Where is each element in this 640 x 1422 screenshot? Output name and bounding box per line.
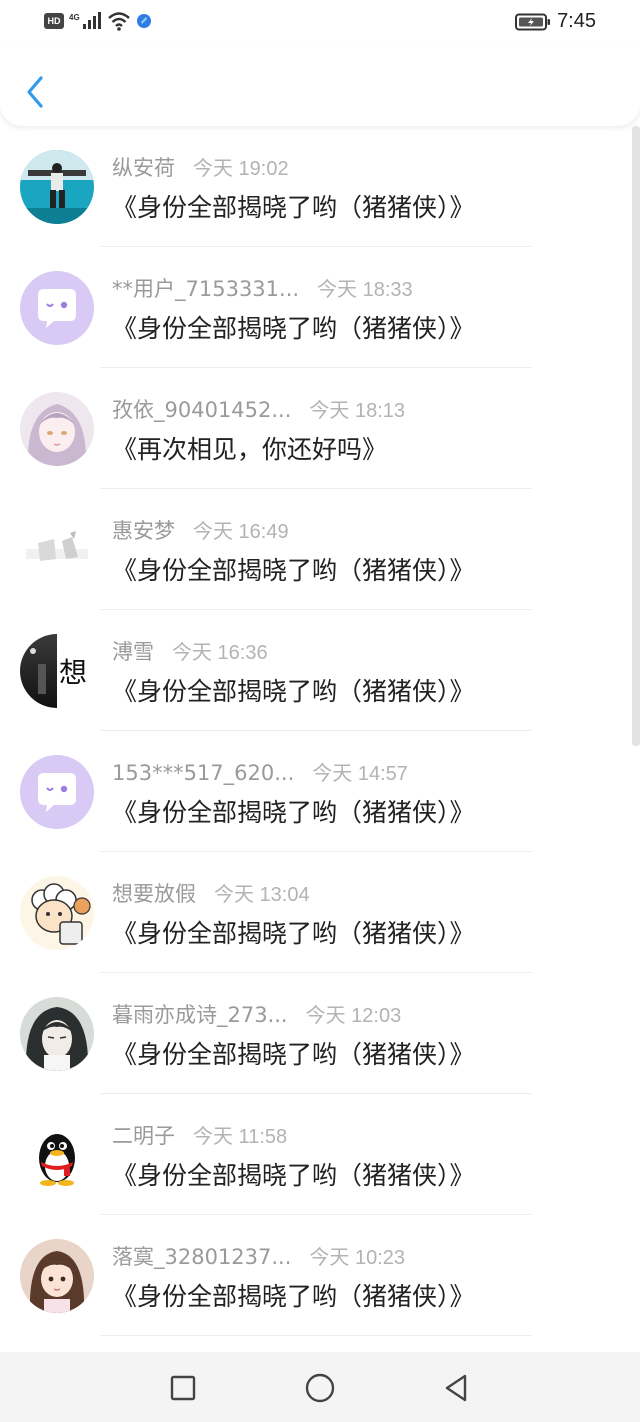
sender-name: 孜依_90401452... bbox=[112, 398, 292, 422]
message-time: 今天 19:02 bbox=[193, 158, 289, 180]
home-button[interactable] bbox=[300, 1368, 340, 1408]
message-row[interactable]: 想要放假 今天 13:04 《身份全部揭晓了哟（猪猪侠）》 bbox=[0, 852, 632, 973]
triangle-back-icon bbox=[445, 1374, 467, 1402]
chevron-left-icon bbox=[27, 76, 43, 108]
status-right: 7:45 bbox=[515, 10, 596, 33]
message-meta: 溥雪 今天 16:36 bbox=[112, 636, 268, 666]
avatar[interactable] bbox=[20, 1118, 94, 1192]
message-meta: 纵安荷 今天 19:02 bbox=[112, 152, 289, 182]
message-row[interactable]: 153***517_620... 今天 14:57 《身份全部揭晓了哟（猪猪侠）… bbox=[0, 731, 632, 852]
avatar[interactable]: 想 bbox=[20, 634, 94, 708]
message-text: 《身份全部揭晓了哟（猪猪侠）》 bbox=[112, 919, 475, 948]
sender-name: 153***517_620... bbox=[112, 761, 295, 785]
app-notification-icon bbox=[136, 14, 151, 28]
network-type: 4G bbox=[69, 12, 80, 22]
battery-charging-icon bbox=[515, 13, 551, 30]
message-row[interactable]: 想 溥雪 今天 16:36 《身份全部揭晓了哟（猪猪侠）》 bbox=[0, 610, 632, 731]
message-text: 《身份全部揭晓了哟（猪猪侠）》 bbox=[112, 798, 475, 827]
status-bar: HD 4G 7:45 bbox=[0, 0, 640, 44]
system-nav-bar bbox=[0, 1352, 640, 1422]
avatar[interactable] bbox=[20, 997, 94, 1071]
message-row[interactable]: 惠安梦 今天 16:49 《身份全部揭晓了哟（猪猪侠）》 bbox=[0, 489, 632, 610]
top-bar bbox=[0, 44, 640, 126]
message-text: 《身份全部揭晓了哟（猪猪侠）》 bbox=[112, 314, 475, 343]
avatar[interactable] bbox=[20, 150, 94, 224]
circle-icon bbox=[305, 1373, 335, 1403]
default-chat-avatar-icon bbox=[20, 755, 94, 829]
message-text: 《身份全部揭晓了哟（猪猪侠）》 bbox=[112, 556, 475, 585]
message-time: 今天 11:58 bbox=[193, 1126, 288, 1148]
message-meta: 惠安梦 今天 16:49 bbox=[112, 515, 289, 545]
message-meta: 落寞_32801237... 今天 10:23 bbox=[112, 1241, 405, 1271]
sender-name: 暮雨亦成诗_273... bbox=[112, 1003, 288, 1027]
system-back-button[interactable] bbox=[436, 1368, 476, 1408]
sender-name: 想要放假 bbox=[112, 882, 196, 906]
avatar[interactable] bbox=[20, 755, 94, 829]
abstract-avatar-icon bbox=[20, 513, 94, 587]
message-meta: 153***517_620... 今天 14:57 bbox=[112, 757, 408, 786]
scrollbar-thumb[interactable] bbox=[632, 126, 640, 746]
signal-icon bbox=[82, 12, 101, 29]
message-row[interactable]: 孜依_90401452... 今天 18:13 《再次相见，你还好吗》 bbox=[0, 368, 632, 489]
sender-name: 溥雪 bbox=[112, 640, 154, 664]
status-left: HD 4G bbox=[44, 11, 152, 31]
message-meta: 孜依_90401452... 今天 18:13 bbox=[112, 394, 405, 424]
square-icon bbox=[170, 1375, 196, 1401]
penguin-avatar-icon bbox=[20, 1118, 94, 1192]
message-time: 今天 18:13 bbox=[309, 400, 406, 422]
cartoon-sheep-avatar-icon bbox=[20, 876, 94, 950]
anime-character-avatar-icon bbox=[20, 997, 94, 1071]
child-photo-avatar-icon bbox=[20, 1239, 94, 1313]
avatar[interactable] bbox=[20, 1239, 94, 1313]
message-time: 今天 10:23 bbox=[309, 1247, 406, 1269]
sender-name: 二明子 bbox=[112, 1124, 175, 1148]
avatar[interactable] bbox=[20, 513, 94, 587]
message-row[interactable]: **用户_7153331... 今天 18:33 《身份全部揭晓了哟（猪猪侠）》 bbox=[0, 247, 632, 368]
row-divider bbox=[100, 1335, 532, 1336]
sender-name: **用户_7153331... bbox=[112, 277, 300, 301]
default-chat-avatar-icon bbox=[20, 271, 94, 345]
message-text: 《再次相见，你还好吗》 bbox=[112, 435, 388, 464]
message-row[interactable]: 落寞_32801237... 今天 10:23 《身份全部揭晓了哟（猪猪侠）》 bbox=[0, 1215, 632, 1336]
sender-name: 惠安梦 bbox=[112, 519, 175, 543]
message-time: 今天 14:57 bbox=[312, 763, 408, 785]
message-list: 纵安荷 今天 19:02 《身份全部揭晓了哟（猪猪侠）》 **用户_715333… bbox=[0, 126, 632, 1336]
avatar[interactable] bbox=[20, 392, 94, 466]
message-time: 今天 13:04 bbox=[214, 884, 310, 906]
anime-girl-avatar-icon bbox=[20, 392, 94, 466]
sender-name: 落寞_32801237... bbox=[112, 1245, 292, 1269]
avatar-night-photo bbox=[20, 634, 57, 708]
message-row[interactable]: 暮雨亦成诗_273... 今天 12:03 《身份全部揭晓了哟（猪猪侠）》 bbox=[0, 973, 632, 1094]
message-time: 今天 12:03 bbox=[305, 1005, 402, 1027]
status-clock: 7:45 bbox=[557, 10, 596, 32]
avatar[interactable] bbox=[20, 271, 94, 345]
message-text: 《身份全部揭晓了哟（猪猪侠）》 bbox=[112, 677, 475, 706]
message-meta: 想要放假 今天 13:04 bbox=[112, 878, 310, 908]
avatar-text-panel: 想 bbox=[57, 634, 94, 708]
avatar-photo-icon bbox=[20, 150, 94, 224]
avatar[interactable] bbox=[20, 876, 94, 950]
back-button[interactable] bbox=[20, 72, 50, 112]
message-row[interactable]: 纵安荷 今天 19:02 《身份全部揭晓了哟（猪猪侠）》 bbox=[0, 126, 632, 247]
recents-button[interactable] bbox=[163, 1368, 203, 1408]
message-text: 《身份全部揭晓了哟（猪猪侠）》 bbox=[112, 193, 475, 222]
message-time: 今天 18:33 bbox=[317, 279, 413, 301]
message-text: 《身份全部揭晓了哟（猪猪侠）》 bbox=[112, 1161, 475, 1190]
message-text: 《身份全部揭晓了哟（猪猪侠）》 bbox=[112, 1282, 475, 1311]
message-meta: 二明子 今天 11:58 bbox=[112, 1120, 287, 1150]
avatar-character: 想 bbox=[59, 656, 88, 689]
hd-icon: HD bbox=[44, 13, 64, 29]
message-meta: **用户_7153331... 今天 18:33 bbox=[112, 273, 413, 303]
message-meta: 暮雨亦成诗_273... 今天 12:03 bbox=[112, 999, 401, 1029]
wifi-icon bbox=[107, 12, 130, 31]
message-time: 今天 16:36 bbox=[172, 642, 268, 664]
message-time: 今天 16:49 bbox=[193, 521, 289, 543]
sender-name: 纵安荷 bbox=[112, 156, 175, 180]
message-row[interactable]: 二明子 今天 11:58 《身份全部揭晓了哟（猪猪侠）》 bbox=[0, 1094, 632, 1215]
message-text: 《身份全部揭晓了哟（猪猪侠）》 bbox=[112, 1040, 475, 1069]
